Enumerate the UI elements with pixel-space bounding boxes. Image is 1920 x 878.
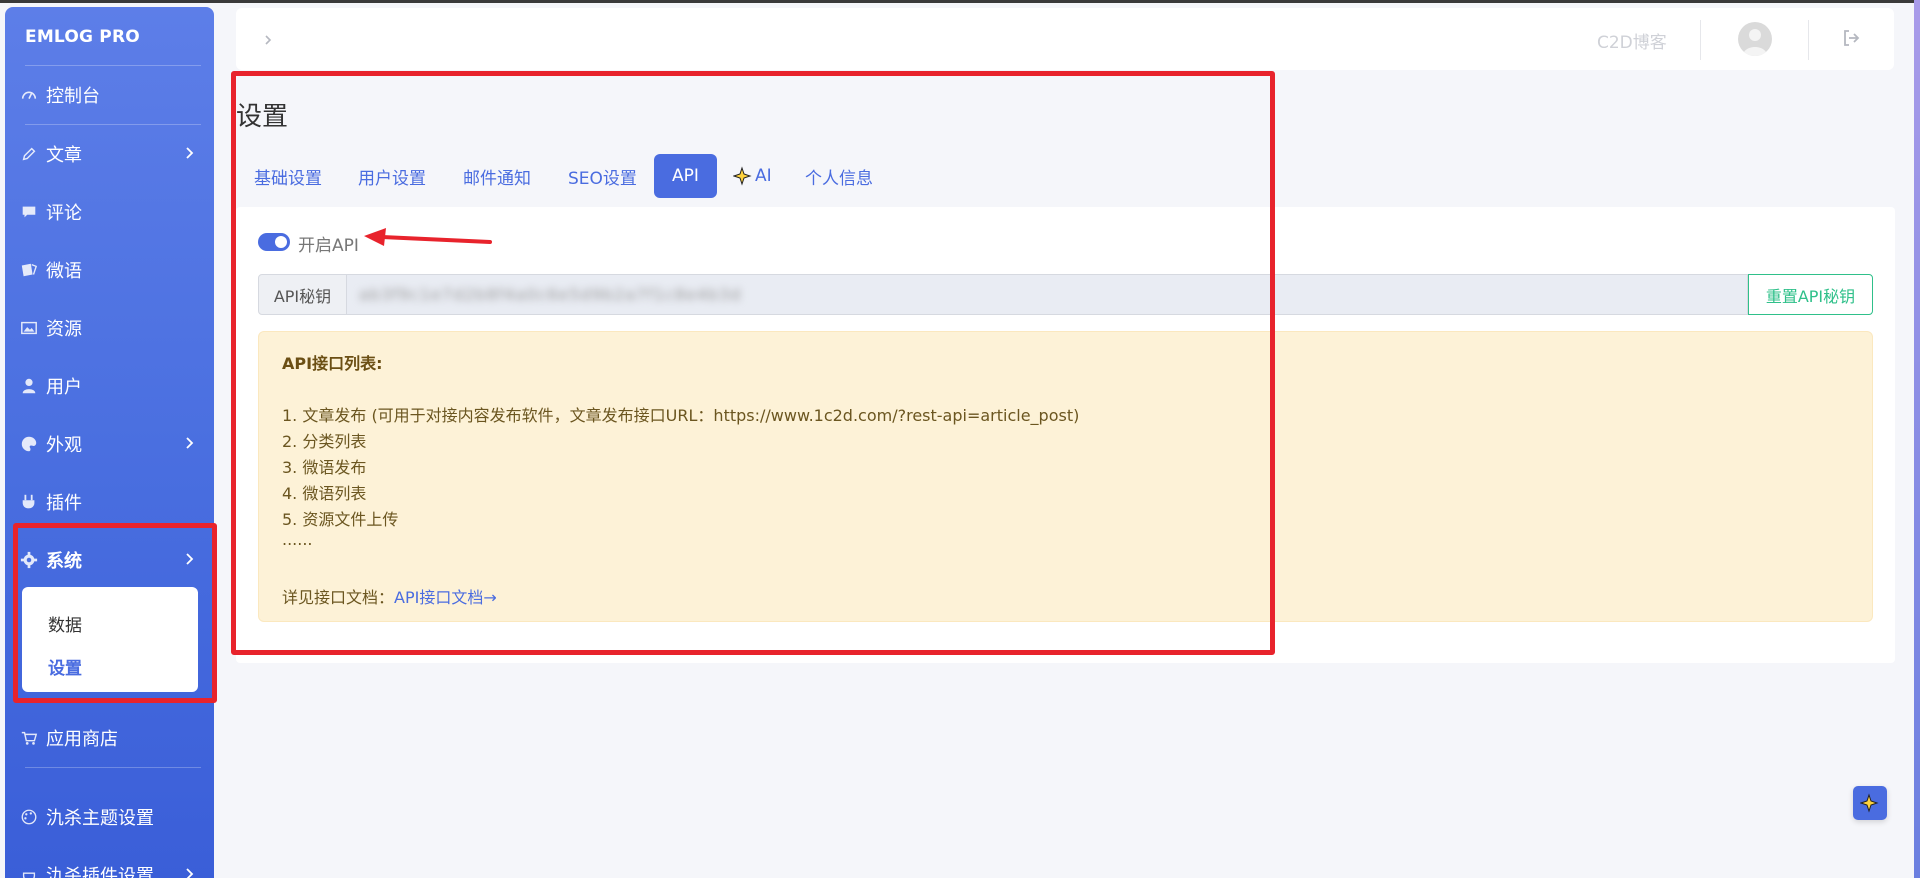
sidebar-item-label: 评论 (46, 203, 82, 224)
sidebar-item-appearance[interactable]: 外观 (20, 424, 205, 464)
palette-outline-icon (20, 808, 46, 826)
highlight-box-api-panel (231, 71, 1275, 655)
sidebar-item-label: 文章 (46, 145, 82, 166)
header-divider (1700, 20, 1701, 60)
sidebar-item-app-store[interactable]: 应用商店 (20, 718, 205, 758)
sidebar-item-label: 控制台 (46, 86, 100, 107)
sidebar-item-articles[interactable]: 文章 (20, 134, 205, 174)
plug-icon (20, 493, 46, 511)
sidebar-item-label: 微语 (46, 261, 82, 282)
sidebar-divider (25, 65, 201, 66)
sidebar-toggle-chevron-icon[interactable] (260, 32, 276, 48)
avatar-icon (1743, 29, 1767, 56)
sidebar-item-label: 外观 (46, 435, 82, 456)
sidebar-divider (25, 124, 201, 125)
user-icon (20, 377, 46, 395)
sidebar-item-label: 资源 (46, 319, 82, 340)
sidebar-item-label: 插件 (46, 493, 82, 514)
highlight-box-system-menu (13, 523, 217, 703)
logout-icon[interactable] (1841, 28, 1861, 48)
sparkle-icon (1860, 793, 1879, 813)
notes-icon (20, 261, 46, 279)
plug-outline-icon (20, 866, 46, 878)
sidebar-item-label: 用户 (46, 377, 82, 398)
sidebar-item-plugins[interactable]: 插件 (20, 482, 205, 522)
window-top-edge (0, 0, 1920, 3)
site-name-link[interactable]: C2D博客 (1597, 28, 1667, 53)
top-header: C2D博客 (236, 8, 1894, 70)
image-icon (20, 319, 46, 337)
sidebar-item-notes[interactable]: 微语 (20, 250, 205, 290)
sidebar-item-plugin-settings[interactable]: 氿杀插件设置 (20, 855, 205, 878)
user-avatar[interactable] (1738, 22, 1772, 56)
sidebar-item-label: 氿杀主题设置 (46, 808, 154, 829)
window-right-edge (1914, 0, 1920, 878)
chevron-right-icon (186, 437, 194, 449)
palette-icon (20, 435, 46, 453)
pencil-icon (20, 145, 46, 163)
sidebar-item-comments[interactable]: 评论 (20, 192, 205, 232)
cart-icon (20, 729, 46, 747)
sidebar-item-label: 应用商店 (46, 729, 118, 750)
header-divider (1808, 20, 1809, 60)
ai-assistant-button[interactable] (1853, 786, 1887, 820)
sidebar-item-users[interactable]: 用户 (20, 366, 205, 406)
sidebar-item-resources[interactable]: 资源 (20, 308, 205, 348)
sidebar-item-dashboard[interactable]: 控制台 (20, 75, 205, 115)
comment-icon (20, 203, 46, 221)
sidebar-item-theme-settings[interactable]: 氿杀主题设置 (20, 797, 205, 837)
sidebar: EMLOG PRO 控制台 文章 评论 微语 资源 用户 外观 插件 系统 数据… (5, 7, 214, 878)
reset-api-key-button[interactable]: 重置API秘钥 (1748, 274, 1873, 315)
dashboard-icon (20, 86, 46, 104)
chevron-right-icon (186, 147, 194, 159)
brand-logo[interactable]: EMLOG PRO (25, 27, 140, 47)
sidebar-divider (25, 767, 201, 768)
sidebar-item-label: 氿杀插件设置 (46, 866, 154, 878)
chevron-right-icon (186, 868, 194, 878)
